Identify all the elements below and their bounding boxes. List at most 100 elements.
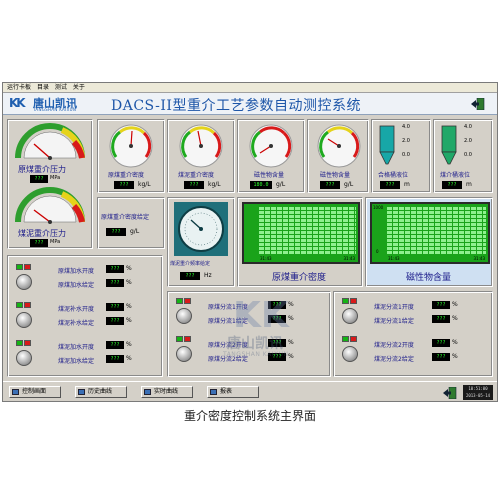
right-row2-valve-knob[interactable] (342, 346, 358, 362)
left-row3-unit-b: % (126, 355, 132, 362)
report-icon (210, 389, 217, 395)
right-row2-value-b[interactable]: ??? (432, 353, 450, 361)
nav-history-curve-label: 历史曲线 (88, 388, 113, 395)
nav-control-screen-button[interactable]: 控制画面 (9, 386, 61, 398)
left-row2-value-b[interactable]: ??? (106, 317, 124, 325)
magnetic-trend-panel: 1000 0 31:43 31:43 磁性物含量 (365, 197, 493, 287)
slime-density-label: 煤泥重介密度 (178, 172, 215, 179)
left-row1-valve-knob[interactable] (16, 274, 32, 290)
right-row1-value-b[interactable]: ??? (432, 315, 450, 323)
watermark-chinese: 唐山凯讯 (227, 336, 283, 352)
right-valve-panel: 煤泥分流1开度 ??? % 煤泥分流1给定 ??? % 煤泥分流2开度 ??? … (333, 291, 493, 377)
slime-tank-value: ??? (442, 181, 462, 189)
left-row3-value-a: ??? (106, 341, 124, 349)
right-row1-valve-knob[interactable] (342, 308, 358, 324)
exit-icon[interactable] (471, 98, 485, 110)
raw-pressure-gauge (15, 123, 85, 160)
mid-row1-valve-knob[interactable] (176, 308, 192, 324)
right-row1-value-a: ??? (432, 301, 450, 309)
tank-scale-bottom: 0.0 (402, 152, 410, 158)
magnetic-trend-time-end: 31:43 (473, 256, 485, 261)
page: 运行卡板 目录 测试 关于 KK 唐山凯讯 TANGSHAN KAIXUN DA… (0, 0, 500, 500)
density-setpoint-unit: g/L (130, 228, 140, 235)
density-setpoint-value[interactable]: ??? (106, 228, 126, 236)
slime-density-unit: kg/L (208, 181, 221, 188)
left-row1-label-b: 原煤加水给定 (58, 282, 95, 289)
right-row2-unit-b: % (452, 353, 458, 360)
company-logo: KK 唐山凯讯 TANGSHAN KAIXUN (9, 95, 99, 113)
left-row2-red-switch[interactable] (24, 302, 31, 308)
magnetic2-value: ??? (320, 181, 340, 189)
hmi-screen: 运行卡板 目录 测试 关于 KK 唐山凯讯 TANGSHAN KAIXUN DA… (2, 82, 498, 402)
watermark-english: TANGSHAN KAIXUN (223, 351, 289, 358)
watermark-logo: KK 唐山凯讯 TANGSHAN KAIXUN (213, 293, 303, 363)
magnetic-trend-grid (386, 206, 486, 254)
magnetic-panel: 磁性物含量 180.0 g/L (237, 119, 305, 193)
raw-density-unit: kg/L (138, 181, 151, 188)
nav-realtime-curve-label: 实时曲线 (154, 388, 179, 395)
clock-time: 10:51:00 (468, 386, 488, 391)
mid-row1-green-switch[interactable] (176, 298, 183, 304)
left-row3-red-switch[interactable] (24, 340, 31, 346)
bottom-nav-bar: 控制画面 历史曲线 实时曲线 报表 10:51:00 2013-05-14 (3, 381, 497, 401)
control-screen-icon (12, 389, 19, 395)
slime-density-value: ??? (184, 181, 204, 189)
mid-row1-red-switch[interactable] (184, 298, 191, 304)
density-trend-title: 原煤重介密度 (272, 273, 327, 283)
slime-pressure-gauge (15, 187, 85, 224)
left-row2-valve-knob[interactable] (16, 312, 32, 328)
right-row2-green-switch[interactable] (342, 336, 349, 342)
right-row2-red-switch[interactable] (350, 336, 357, 342)
left-row1-green-switch[interactable] (16, 264, 23, 270)
left-row2-unit-b: % (126, 317, 132, 324)
tank-scale-mid: 2.0 (402, 138, 410, 144)
freq-setpoint-value[interactable]: ??? (180, 272, 200, 280)
watermark-mark-icon: KK (233, 295, 290, 336)
magnetic-dial-icon (249, 124, 293, 168)
slime-tank-scale-mid: 2.0 (464, 138, 472, 144)
magnetic2-label: 磁性物含量 (320, 172, 351, 179)
mid-row2-valve-knob[interactable] (176, 346, 192, 362)
realtime-curve-icon (144, 389, 151, 395)
clock-display: 10:51:00 2013-05-14 (463, 385, 493, 400)
left-row1-unit-b: % (126, 279, 132, 286)
left-row1-value-a: ??? (106, 265, 124, 273)
left-row3-green-switch[interactable] (16, 340, 23, 346)
left-row3-value-b[interactable]: ??? (106, 355, 124, 363)
density-trend-grid (258, 206, 356, 254)
raw-density-panel: 原煤重介密度 ??? kg/L (97, 119, 165, 193)
nav-realtime-curve-button[interactable]: 实时曲线 (141, 386, 193, 398)
slime-tank-scale-bottom: 0.0 (464, 152, 472, 158)
magnetic-trend-time-start: 31:43 (388, 256, 400, 261)
raw-pressure-unit: MPa (50, 175, 61, 181)
magnetic-trend-y-top: 1000 (373, 205, 384, 210)
left-row3-valve-knob[interactable] (16, 350, 32, 366)
mid-row2-red-switch[interactable] (184, 336, 191, 342)
left-row2-green-switch[interactable] (16, 302, 23, 308)
magnetic2-panel: 磁性物含量 ??? g/L (307, 119, 369, 193)
left-row1-value-b[interactable]: ??? (106, 279, 124, 287)
raw-density-value: ??? (114, 181, 134, 189)
density-trend-time-start: 31:43 (260, 256, 272, 261)
magnetic-unit: g/L (276, 181, 286, 188)
menu-item-run[interactable]: 运行卡板 (7, 84, 31, 91)
right-row1-red-switch[interactable] (350, 298, 357, 304)
slime-density-panel: 煤泥重介密度 ??? kg/L (167, 119, 235, 193)
menu-item-test[interactable]: 测试 (55, 84, 67, 91)
header: KK 唐山凯讯 TANGSHAN KAIXUN DACS-II型重介工艺参数自动… (3, 93, 497, 115)
bottom-exit-icon[interactable] (443, 387, 457, 399)
nav-report-button[interactable]: 报表 (207, 386, 259, 398)
menu-item-about[interactable]: 关于 (73, 84, 85, 91)
tank-level-panel: 4.0 2.0 0.0 合格桶液位 ??? m (371, 119, 431, 193)
tank-scale-top: 4.0 (402, 124, 410, 130)
raw-density-label: 原煤重介密度 (108, 172, 145, 179)
right-row1-green-switch[interactable] (342, 298, 349, 304)
logo-english-name: TANGSHAN KAIXUN (33, 107, 77, 112)
tank-cylinder-icon (379, 125, 395, 165)
left-row1-red-switch[interactable] (24, 264, 31, 270)
mid-row2-green-switch[interactable] (176, 336, 183, 342)
nav-history-curve-button[interactable]: 历史曲线 (75, 386, 127, 398)
magnetic-trend-y-bottom: 0 (376, 249, 379, 254)
right-row2-unit-a: % (452, 339, 458, 346)
menu-item-catalog[interactable]: 目录 (37, 84, 49, 91)
